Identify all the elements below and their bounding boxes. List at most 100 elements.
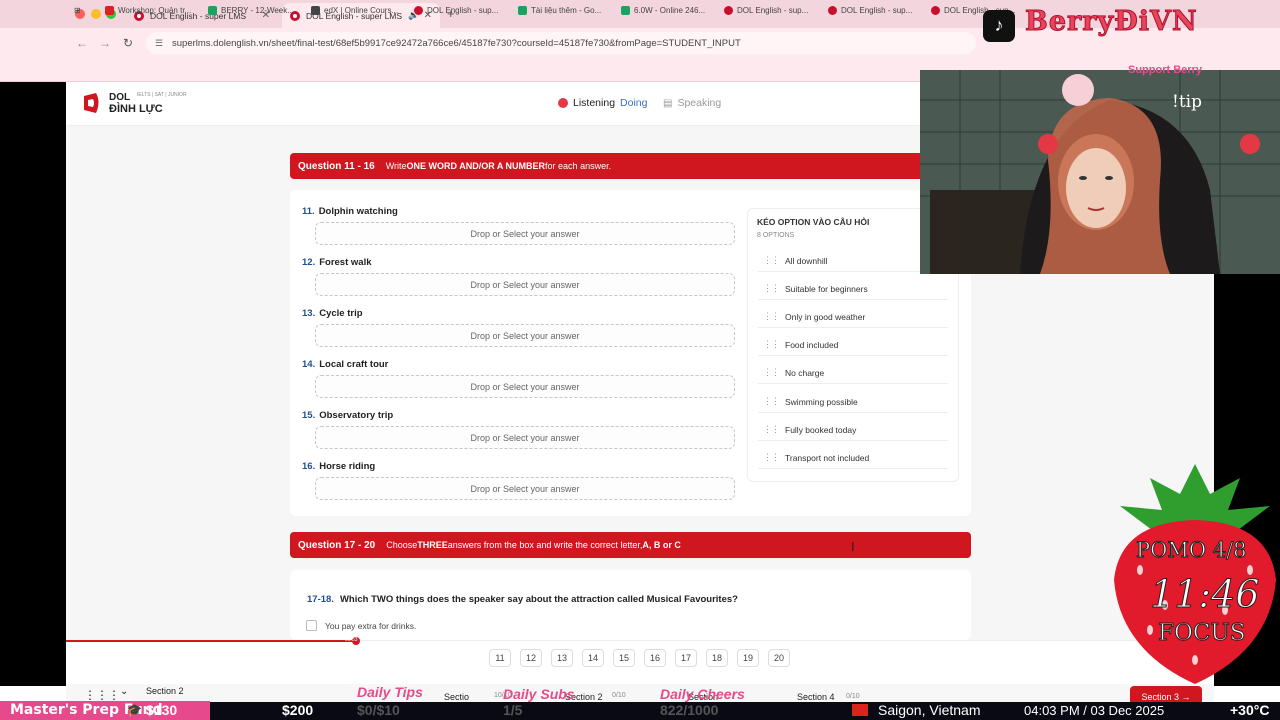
weather-label: +30°C: [1230, 702, 1270, 718]
pomodoro-timer: 11:46: [1150, 572, 1261, 617]
audio-progress-bar[interactable]: [66, 640, 356, 642]
site-info-icon[interactable]: ☰: [155, 38, 163, 49]
checkbox[interactable]: [306, 620, 317, 631]
daily-subs-label: Daily Subs: [503, 686, 575, 702]
pomodoro-counter: POMO 4/8: [1136, 538, 1248, 563]
listening-label: Listening: [573, 97, 616, 109]
question-17-18: 17-18. Which TWO things does the speaker …: [307, 594, 738, 605]
bookmark-2[interactable]: BERRY - 12-Week...: [208, 6, 294, 15]
apps-icon[interactable]: ⊞: [74, 6, 81, 15]
question-number: 17-18.: [307, 594, 334, 605]
question-15: 15. Observatory trip: [302, 410, 393, 421]
bookmark-1[interactable]: Workshop: Quản tr...: [105, 6, 191, 15]
drag-handle-icon[interactable]: ⋮⋮: [763, 255, 780, 266]
vietnam-flag-icon: [852, 704, 868, 716]
nav-question-12[interactable]: 12: [520, 649, 542, 667]
option-label: Food included: [785, 339, 839, 350]
drag-handle-icon[interactable]: ⋮⋮: [763, 424, 780, 435]
forward-icon[interactable]: →: [99, 36, 111, 50]
question-number: 15.: [302, 410, 316, 421]
instruction-text: answers from the box and write the corre…: [447, 540, 643, 550]
instruction-bold: THREE: [417, 540, 448, 550]
answer-drop-11[interactable]: Drop or Select your answer: [315, 222, 735, 245]
nav-question-11[interactable]: 11: [489, 649, 511, 667]
nav-question-16[interactable]: 16: [644, 649, 666, 667]
option-item[interactable]: ⋮⋮ Transport not included: [758, 447, 948, 469]
minimize-window-button[interactable]: [91, 9, 101, 19]
question-12: 12. Forest walk: [302, 257, 372, 268]
bookmark-7[interactable]: DOL English - sup...: [724, 6, 808, 15]
speaking-label: Speaking: [677, 97, 722, 109]
bookmark-3[interactable]: edX | Online Cours...: [311, 6, 398, 15]
drag-handle-icon[interactable]: ⋮⋮: [763, 339, 780, 350]
option-item[interactable]: ⋮⋮ Fully booked today: [758, 419, 948, 441]
drag-handle-icon[interactable]: ⋮⋮: [763, 396, 780, 407]
question-label: Cycle trip: [319, 308, 363, 319]
option-label: Transport not included: [785, 452, 870, 463]
option-item[interactable]: ⋮⋮ Swimming possible: [758, 391, 948, 413]
option-label: No charge: [785, 367, 825, 378]
dol-icon: [931, 6, 940, 15]
section-1-tab[interactable]: Sectio: [444, 692, 469, 702]
option-item[interactable]: ⋮⋮ Food included: [758, 334, 948, 356]
nav-question-13[interactable]: 13: [551, 649, 573, 667]
nav-question-15[interactable]: 15: [613, 649, 635, 667]
question-label: Horse riding: [319, 461, 376, 472]
bookmark-8[interactable]: DOL English - sup...: [828, 6, 912, 15]
question-label: Local craft tour: [319, 359, 389, 370]
sheets-icon: [518, 6, 527, 15]
nav-question-20[interactable]: 20: [768, 649, 790, 667]
answer-drop-13[interactable]: Drop or Select your answer: [315, 324, 735, 347]
support-link: Support Berry: [1128, 64, 1202, 76]
sheets-icon: [621, 6, 630, 15]
logo-text-bottom: ĐÌNH LỰC: [109, 103, 163, 115]
instruction-bold: A, B or C: [642, 540, 681, 550]
chevron-down-icon[interactable]: ⌄: [120, 686, 128, 697]
edx-icon: [311, 6, 320, 15]
option-label: Fully booked today: [785, 424, 857, 435]
instruction-text: Choose: [386, 540, 418, 550]
nav-question-18[interactable]: 18: [706, 649, 728, 667]
back-icon[interactable]: ←: [76, 36, 88, 50]
question-navigator: [66, 640, 1214, 684]
answer-drop-14[interactable]: Drop or Select your answer: [315, 375, 735, 398]
bookmark-label: Workshop: Quản tr...: [118, 6, 192, 15]
answer-drop-12[interactable]: Drop or Select your answer: [315, 273, 735, 296]
daily-tips-label: Daily Tips: [357, 684, 423, 700]
nav-question-17[interactable]: 17: [675, 649, 697, 667]
logo-text-top: DOL: [109, 92, 131, 103]
section-2-count: 0/10: [612, 692, 626, 699]
webcam-feed: [920, 70, 1280, 274]
youtube-icon: [105, 6, 114, 15]
nav-question-19[interactable]: 19: [737, 649, 759, 667]
bookmark-4[interactable]: DOL English - sup...: [414, 6, 498, 15]
answer-drop-16[interactable]: Drop or Select your answer: [315, 477, 735, 500]
skill-listening[interactable]: Listening Doing: [558, 97, 647, 109]
option-item[interactable]: ⋮⋮ No charge: [758, 362, 948, 384]
bookmark-5[interactable]: Tài liệu thêm - Go...: [518, 6, 601, 15]
drag-handle-icon[interactable]: ⋮⋮: [763, 283, 780, 294]
sheets-icon: [208, 6, 217, 15]
answer-drop-15[interactable]: Drop or Select your answer: [315, 426, 735, 449]
drag-handle-icon[interactable]: ⋮⋮: [763, 311, 780, 322]
pomodoro-mode: FOCUS: [1158, 620, 1247, 647]
fund-value: $130: [146, 702, 178, 718]
location-label: Saigon, Vietnam: [878, 702, 981, 718]
address-bar[interactable]: ☰ superlms.dolenglish.vn/sheet/final-tes…: [146, 32, 976, 54]
skill-speaking[interactable]: ▤ Speaking: [663, 97, 721, 109]
graduation-cap-icon: 🎓: [127, 703, 142, 717]
option-item[interactable]: ⋮⋮ Suitable for beginners: [758, 278, 948, 300]
daily-tips-value: $0/$10: [357, 702, 400, 718]
drag-handle-icon[interactable]: ⋮⋮: [763, 452, 780, 463]
question-13: 13. Cycle trip: [302, 308, 363, 319]
drag-handle-icon[interactable]: ⋮⋮: [763, 367, 780, 378]
question-number: 12.: [302, 257, 316, 268]
section-4-tab[interactable]: Section 4: [797, 692, 835, 702]
bookmark-6[interactable]: 6.0W - Online 246...: [621, 6, 705, 15]
grid-icon[interactable]: ⋮⋮⋮: [84, 688, 120, 702]
daily-cheers-label: Daily Cheers: [660, 686, 745, 702]
reload-icon[interactable]: ↻: [123, 36, 133, 50]
choice-option[interactable]: You pay extra for drinks.: [306, 620, 416, 631]
nav-question-14[interactable]: 14: [582, 649, 604, 667]
option-item[interactable]: ⋮⋮ Only in good weather: [758, 306, 948, 328]
